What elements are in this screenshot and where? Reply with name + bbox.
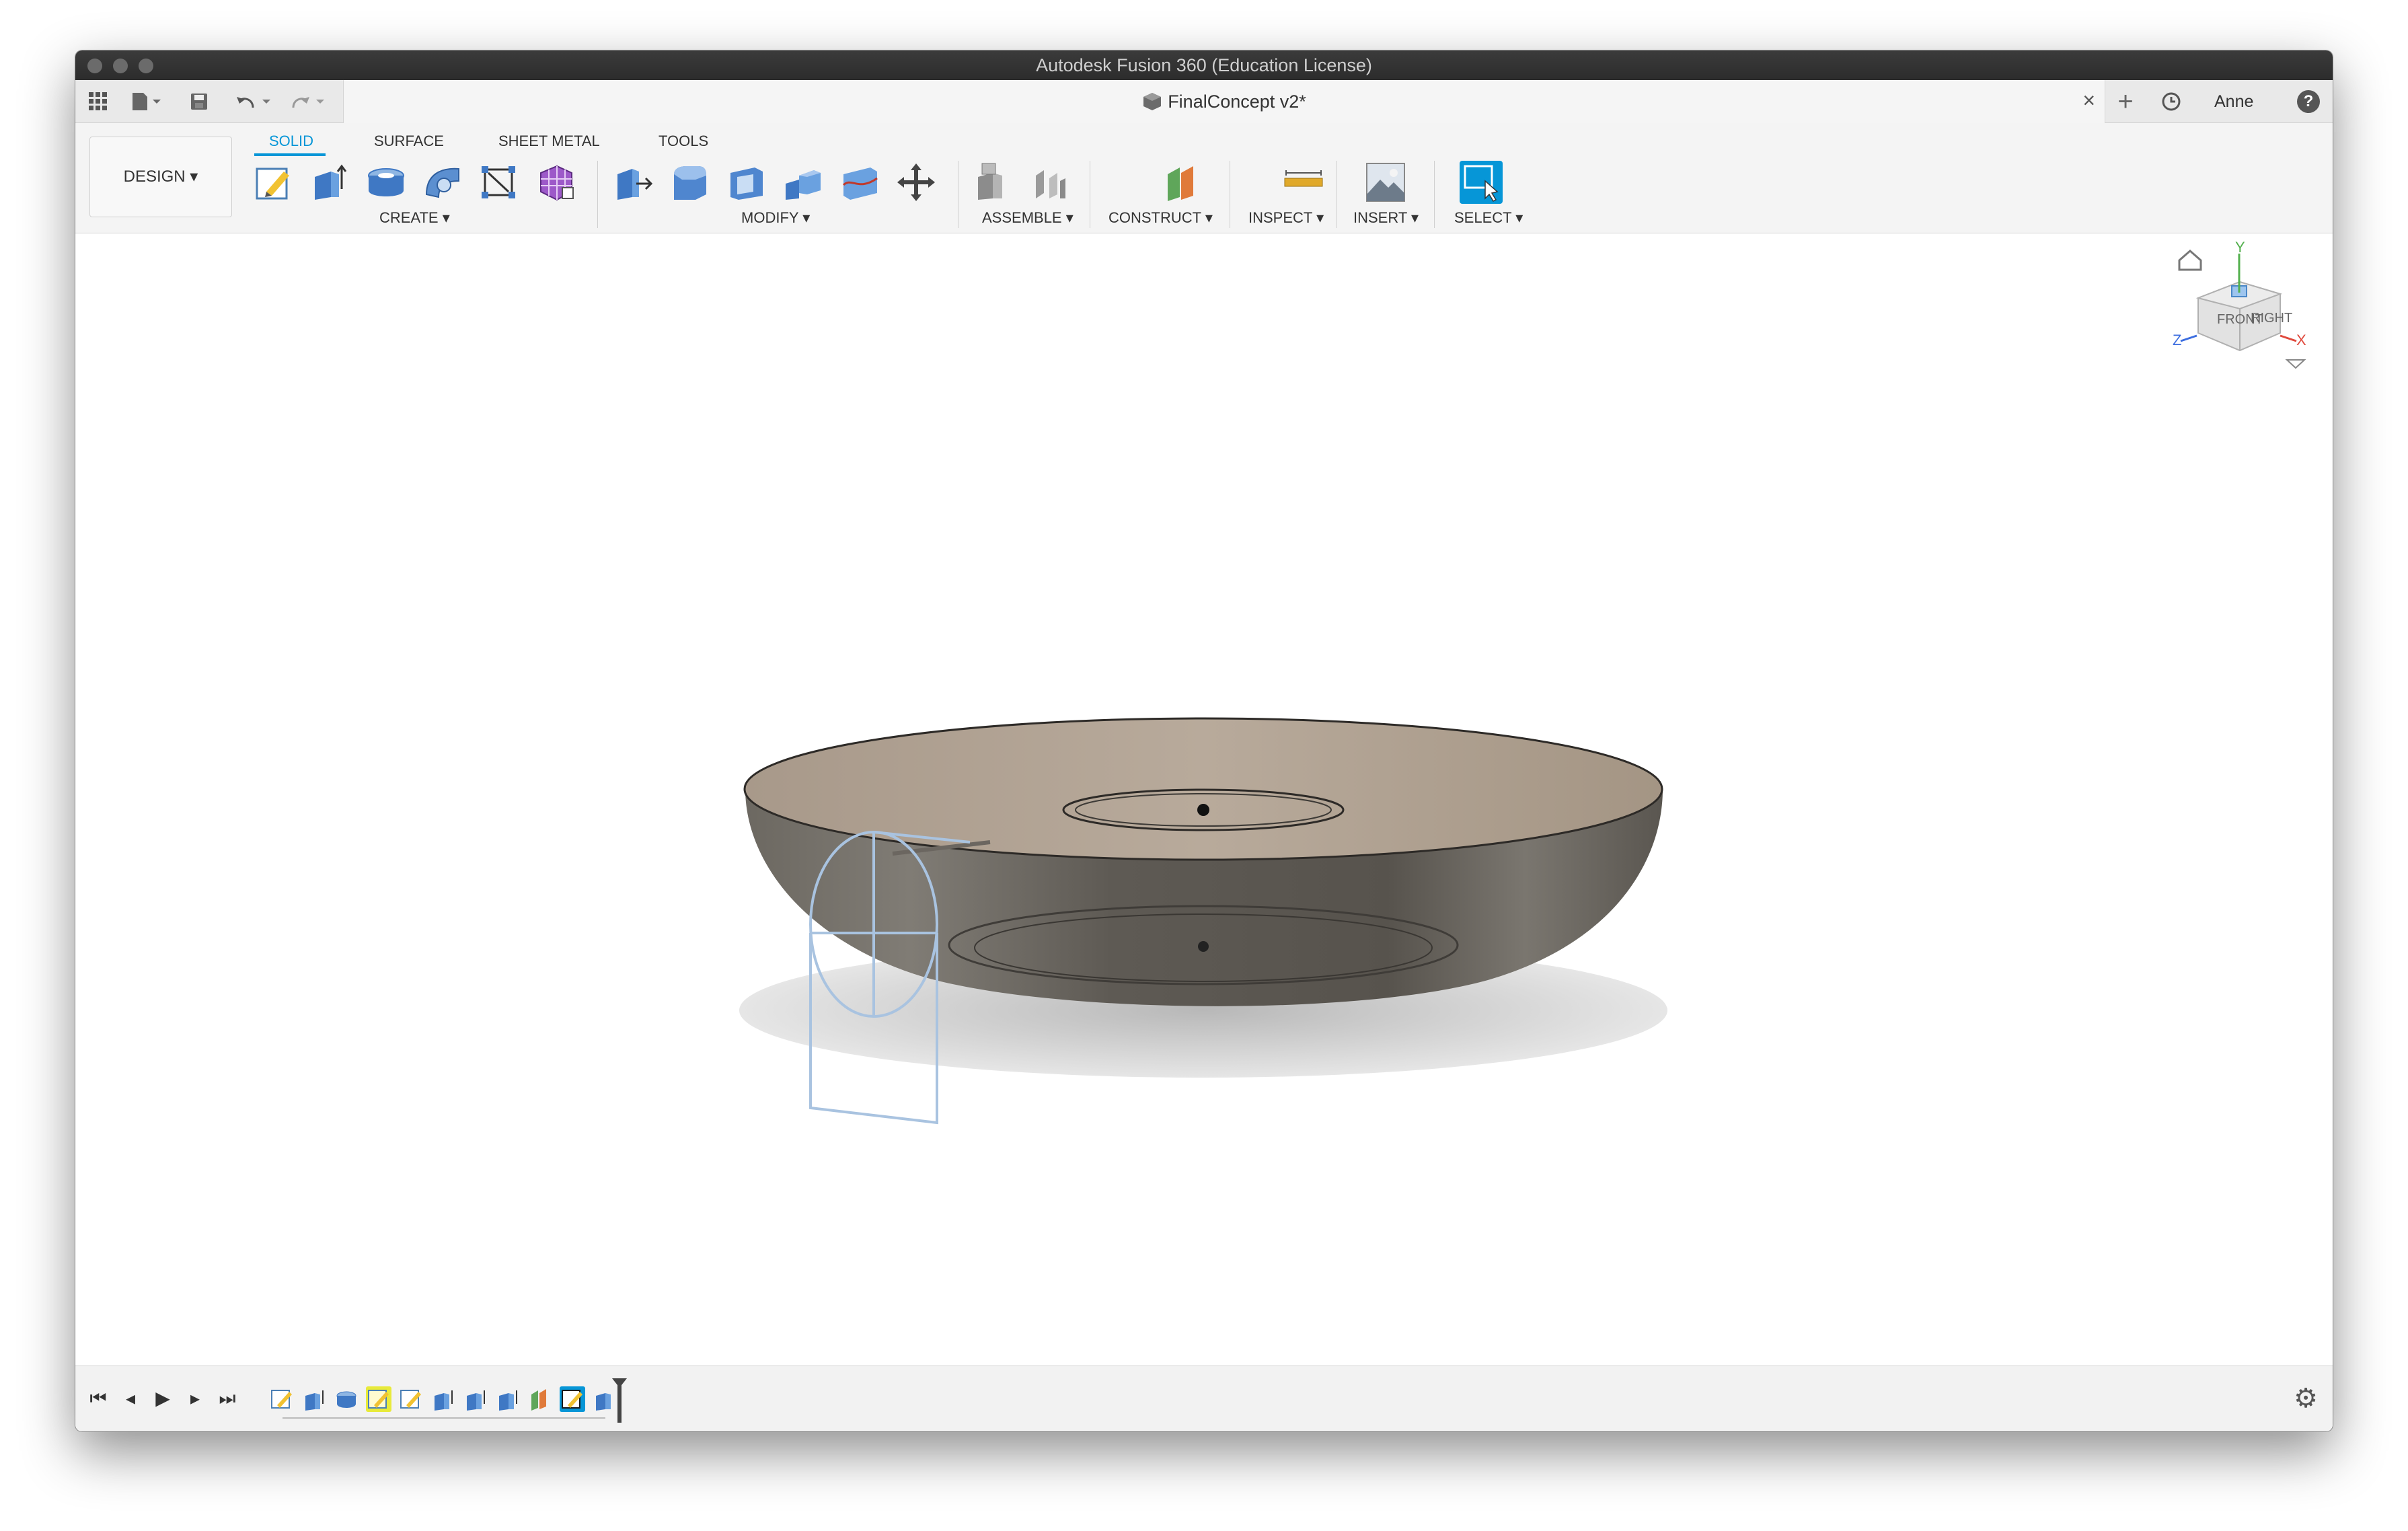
home-icon[interactable] <box>2178 250 2202 271</box>
loft-icon[interactable] <box>478 161 521 204</box>
workspace-switcher[interactable]: DESIGN ▾ <box>89 137 232 217</box>
viewcube[interactable]: FRONT RIGHT Y Z X <box>2173 239 2307 373</box>
press-pull-icon[interactable] <box>612 161 655 204</box>
file-icon[interactable] <box>128 89 168 114</box>
timeline-extrude-icon[interactable] <box>463 1386 488 1412</box>
window-title: Autodesk Fusion 360 (Education License) <box>1036 55 1372 75</box>
timeline-next-button[interactable]: ▸ <box>182 1385 209 1412</box>
timeline-sketch-selected-icon[interactable] <box>560 1386 585 1412</box>
select-icon[interactable] <box>1460 161 1503 204</box>
group-separator <box>1434 161 1435 228</box>
top-center-point <box>1197 804 1209 816</box>
fillet-icon[interactable] <box>669 161 712 204</box>
timeline-sketch-icon[interactable] <box>398 1386 424 1412</box>
insert-canvas-icon[interactable] <box>1364 161 1407 204</box>
grid-icon[interactable] <box>85 89 112 114</box>
insert-group-label[interactable]: INSERT ▾ <box>1353 209 1419 227</box>
active-tab-indicator <box>254 153 326 156</box>
timeline-sketch-highlighted-icon[interactable] <box>366 1386 391 1412</box>
timeline-sketch-icon[interactable] <box>269 1386 295 1412</box>
move-icon[interactable] <box>895 161 938 204</box>
timeline-revolve-icon[interactable] <box>334 1386 359 1412</box>
group-separator <box>597 161 598 228</box>
application-bar: FinalConcept v2* × + Anne Vlaanderen ? <box>75 80 2333 154</box>
assemble-group-label[interactable]: ASSEMBLE ▾ <box>982 209 1074 227</box>
redo-icon[interactable] <box>288 89 335 114</box>
timeline-extrude-icon[interactable] <box>592 1386 617 1412</box>
axis-y-label: Y <box>2235 239 2245 256</box>
replace-face-icon[interactable] <box>838 161 881 204</box>
canvas-viewport[interactable]: FRONT RIGHT Y Z X <box>75 233 2333 1366</box>
form-icon[interactable] <box>534 161 577 204</box>
tab-surface[interactable]: SURFACE <box>374 133 444 150</box>
document-tab[interactable]: FinalConcept v2* × <box>343 80 2105 123</box>
bottom-center-point <box>1198 941 1209 952</box>
timeline-play-button[interactable]: ▶ <box>149 1385 176 1412</box>
timeline-settings-icon[interactable]: ⚙ <box>2294 1385 2318 1412</box>
timeline-extrude-icon[interactable] <box>301 1386 327 1412</box>
undo-icon[interactable] <box>234 89 281 114</box>
tab-tools[interactable]: TOOLS <box>659 133 708 150</box>
timeline-construct-icon[interactable] <box>527 1386 553 1412</box>
timeline-extrude-icon[interactable] <box>495 1386 521 1412</box>
construct-group-label[interactable]: CONSTRUCT ▾ <box>1108 209 1213 227</box>
window-titlebar: Autodesk Fusion 360 (Education License) <box>75 50 2333 80</box>
toolbar-ribbon: DESIGN ▾ SOLID SURFACE SHEET METAL TOOLS… <box>75 123 2333 233</box>
viewcube-menu-icon[interactable] <box>2285 359 2306 369</box>
joint-icon[interactable] <box>1029 161 1072 204</box>
measure-icon[interactable] <box>1282 161 1325 204</box>
select-group-label[interactable]: SELECT ▾ <box>1454 209 1523 227</box>
save-icon[interactable] <box>187 89 211 114</box>
close-window-button[interactable] <box>87 59 102 73</box>
shell-icon[interactable] <box>725 161 768 204</box>
create-group-label[interactable]: CREATE ▾ <box>379 209 450 227</box>
inspect-group-label[interactable]: INSPECT ▾ <box>1248 209 1324 227</box>
create-sketch-icon[interactable] <box>252 161 295 204</box>
tab-sheet-metal[interactable]: SHEET METAL <box>498 133 600 150</box>
zoom-window-button[interactable] <box>139 59 153 73</box>
box-icon <box>1143 93 1162 110</box>
plus-icon[interactable]: + <box>2113 87 2138 116</box>
axis-z-label: Z <box>2173 332 2181 348</box>
extrude-icon[interactable] <box>308 161 351 204</box>
app-window: Autodesk Fusion 360 (Education License) … <box>75 50 2333 1431</box>
document-title: FinalConcept v2* <box>344 80 2105 123</box>
timeline-first-button[interactable]: ⏮ <box>85 1385 112 1412</box>
new-component-icon[interactable] <box>973 161 1016 204</box>
revolve-icon[interactable] <box>365 161 408 204</box>
timeline-previous-button[interactable]: ◂ <box>117 1385 144 1412</box>
minimize-window-button[interactable] <box>113 59 128 73</box>
offset-plane-icon[interactable] <box>1161 161 1204 204</box>
model-canvas[interactable] <box>75 233 2333 1366</box>
timeline-last-button[interactable]: ⏭ <box>214 1385 241 1412</box>
sweep-icon[interactable] <box>421 161 464 204</box>
timeline-extrude-icon[interactable] <box>430 1386 456 1412</box>
viewcube-right-label: RIGHT <box>2251 311 2292 326</box>
help-icon[interactable]: ? <box>2295 89 2322 114</box>
tab-solid[interactable]: SOLID <box>269 133 313 150</box>
combine-icon[interactable] <box>782 161 825 204</box>
close-document-button[interactable]: × <box>2082 88 2095 112</box>
axis-x-label: X <box>2296 332 2306 348</box>
timeline-bar: ⏮ ◂ ▶ ▸ ⏭ ⚙ <box>75 1366 2333 1431</box>
timeline-track <box>283 1417 605 1419</box>
group-separator <box>1336 161 1337 228</box>
modify-group-label[interactable]: MODIFY ▾ <box>741 209 810 227</box>
